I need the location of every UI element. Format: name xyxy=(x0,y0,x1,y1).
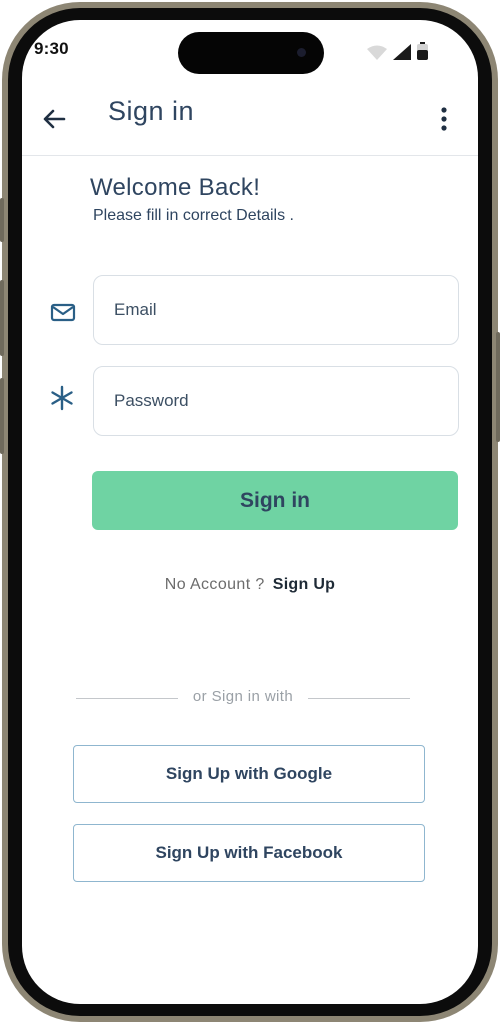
status-time: 9:30 xyxy=(34,39,69,58)
divider-text: or Sign in with xyxy=(192,688,294,705)
volume-up-button xyxy=(0,280,4,356)
volume-down-button xyxy=(0,378,4,454)
arrow-left-icon xyxy=(43,109,66,129)
sign-up-link[interactable]: Sign Up xyxy=(273,576,336,593)
facebook-sign-up-button[interactable]: Sign Up with Facebook xyxy=(73,824,425,882)
app-screen: 9:30 Sign in Welcome Back! Please fill i… xyxy=(22,20,478,1004)
action-button xyxy=(0,198,4,242)
more-vertical-icon xyxy=(441,107,447,131)
page-title: Sign in xyxy=(108,96,195,126)
power-button xyxy=(496,332,500,442)
no-account-text: No Account ? xyxy=(164,576,265,593)
divider-line-right xyxy=(308,698,410,699)
welcome-subtitle: Please fill in correct Details . xyxy=(93,207,294,224)
mail-icon xyxy=(50,303,76,322)
back-button[interactable] xyxy=(40,104,70,134)
dynamic-island xyxy=(178,32,324,74)
app-bar: Sign in xyxy=(22,84,478,156)
wifi-icon xyxy=(367,45,387,60)
welcome-title: Welcome Back! xyxy=(90,174,261,201)
asterisk-icon xyxy=(51,385,73,411)
account-row: No Account ? Sign Up xyxy=(22,576,478,594)
camera-icon xyxy=(297,48,306,57)
google-sign-up-button[interactable]: Sign Up with Google xyxy=(73,745,425,803)
battery-icon xyxy=(417,42,428,60)
signal-icon xyxy=(393,44,411,60)
password-input[interactable] xyxy=(93,366,459,436)
sign-in-button[interactable]: Sign in xyxy=(92,471,458,530)
more-options-button[interactable] xyxy=(436,104,452,134)
status-icons xyxy=(367,42,428,60)
email-input[interactable] xyxy=(93,275,459,345)
social-divider: or Sign in with xyxy=(76,688,410,708)
